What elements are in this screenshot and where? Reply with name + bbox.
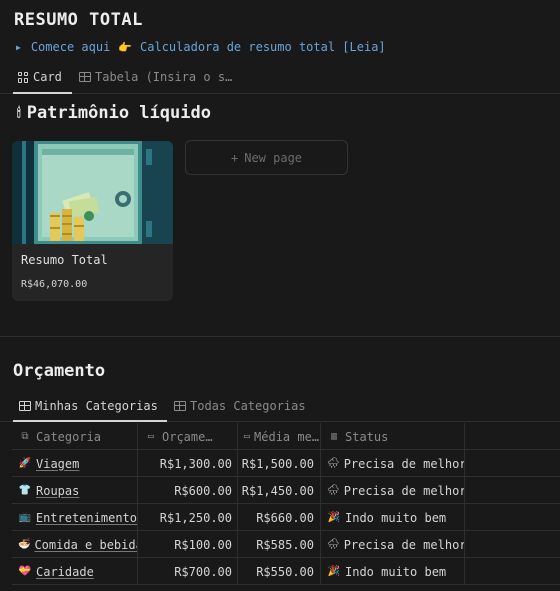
budget-heading: Orçamento: [13, 361, 105, 381]
card-value: R$46,070.00: [21, 279, 88, 290]
column-header-status[interactable]: ▥ Status: [321, 423, 465, 450]
tab-all-categories-label: Todas Categorias: [190, 399, 306, 413]
table-row[interactable]: 🍜 Comida e bebida R$100.00 R$585.00 🌧 Pr…: [12, 531, 560, 558]
tab-my-categories-label: Minhas Categorias: [35, 399, 158, 413]
column-header-category[interactable]: ⧉ Categoria: [12, 423, 138, 450]
tab-table-label: Tabela (Insira o s…: [95, 70, 233, 84]
chart-icon: ▥: [330, 431, 338, 442]
status-text: Precisa de melhorar: [343, 483, 464, 498]
money-icon: ▭: [244, 431, 251, 442]
column-header-average[interactable]: ▭ Média me…: [238, 423, 321, 450]
status-icon: 🎉: [327, 512, 341, 523]
average-cell[interactable]: R$1,450.00: [238, 477, 321, 504]
column-header-budget[interactable]: ▭ Orçame…: [138, 423, 238, 450]
callout: ▶ Comece aqui 👉 Calculadora de resumo to…: [16, 40, 386, 54]
average-cell[interactable]: R$1,500.00: [238, 450, 321, 477]
card-title: Resumo Total: [21, 253, 108, 267]
status-text: Indo muito bem: [345, 510, 447, 525]
table-icon: [174, 401, 186, 411]
status-icon: 🌧: [327, 485, 340, 496]
average-cell[interactable]: R$585.00: [238, 531, 321, 558]
category-icon: 💝: [18, 566, 32, 577]
section-divider: [0, 336, 560, 337]
average-cell[interactable]: R$550.00: [238, 558, 321, 585]
status-text: Precisa de melhorar: [343, 537, 464, 552]
new-page-button[interactable]: + New page: [185, 140, 348, 175]
tab-card[interactable]: Card: [18, 70, 62, 84]
table-icon: [19, 401, 31, 411]
plus-icon: +: [230, 150, 239, 165]
budget-cell[interactable]: R$1,300.00: [138, 450, 238, 477]
budget-view-tabs: Minhas Categorias Todas Categorias: [0, 394, 560, 422]
tab-all-categories[interactable]: Todas Categorias: [174, 399, 306, 413]
money-icon: ▭: [147, 431, 155, 442]
callout-link-calculator[interactable]: Calculadora de resumo total [Leia]: [140, 40, 386, 54]
category-link[interactable]: Comida e bebida: [34, 538, 137, 552]
status-icon: 🎉: [327, 566, 341, 577]
new-page-label: New page: [244, 150, 303, 165]
average-cell[interactable]: R$660.00: [238, 504, 321, 531]
callout-link-start[interactable]: Comece aqui: [31, 40, 110, 54]
table-header-row: ⧉ Categoria ▭ Orçame… ▭ Média me… ▥ Stat…: [12, 423, 560, 450]
category-link[interactable]: Roupas: [36, 484, 79, 498]
gallery-card[interactable]: Resumo Total R$46,070.00: [12, 141, 173, 301]
networth-title: Patrimônio líquido: [26, 103, 211, 123]
status-text: Precisa de melhorar: [343, 456, 464, 471]
vault-cover-image: [12, 141, 173, 244]
budget-cell[interactable]: R$100.00: [138, 531, 238, 558]
status-text: Indo muito bem: [345, 564, 447, 579]
candle-icon: 🕯: [17, 105, 21, 121]
budget-cell[interactable]: R$600.00: [138, 477, 238, 504]
toggle-triangle-icon[interactable]: ▶: [16, 43, 21, 52]
table-row[interactable]: 💝 Caridade R$700.00 R$550.00 🎉 Indo muit…: [12, 558, 560, 585]
category-link[interactable]: Entretenimento: [36, 511, 137, 525]
tag-icon: ⧉: [21, 431, 29, 442]
category-icon: 🍜: [18, 539, 31, 550]
budget-cell[interactable]: R$1,250.00: [138, 504, 238, 531]
networth-heading: 🕯 Patrimônio líquido: [17, 103, 211, 123]
category-link[interactable]: Viagem: [36, 457, 79, 471]
pointing-hand-icon: 👉: [118, 40, 133, 54]
tab-my-categories[interactable]: Minhas Categorias: [19, 399, 158, 413]
active-tab-indicator: [13, 92, 72, 94]
budget-title: Orçamento: [13, 361, 106, 381]
budget-cell[interactable]: R$700.00: [138, 558, 238, 585]
status-icon: 🌧: [327, 539, 340, 550]
gallery-icon: [18, 71, 29, 83]
view-tabs: Card Tabela (Insira o s…: [0, 65, 560, 94]
page-title: RESUMO TOTAL: [14, 10, 143, 30]
table-row[interactable]: 🚀 Viagem R$1,300.00 R$1,500.00 🌧 Precisa…: [12, 450, 560, 477]
table-icon: [79, 72, 91, 82]
category-icon: 🚀: [18, 458, 32, 469]
active-tab-indicator: [13, 420, 167, 422]
category-icon: 📺: [18, 512, 32, 523]
table-row[interactable]: 👕 Roupas R$600.00 R$1,450.00 🌧 Precisa d…: [12, 477, 560, 504]
tab-card-label: Card: [33, 70, 62, 84]
table-row[interactable]: 📺 Entretenimento R$1,250.00 R$660.00 🎉 I…: [12, 504, 560, 531]
tab-table[interactable]: Tabela (Insira o s…: [79, 70, 232, 84]
category-icon: 👕: [18, 485, 32, 496]
category-link[interactable]: Caridade: [36, 565, 94, 579]
status-icon: 🌧: [327, 458, 340, 469]
